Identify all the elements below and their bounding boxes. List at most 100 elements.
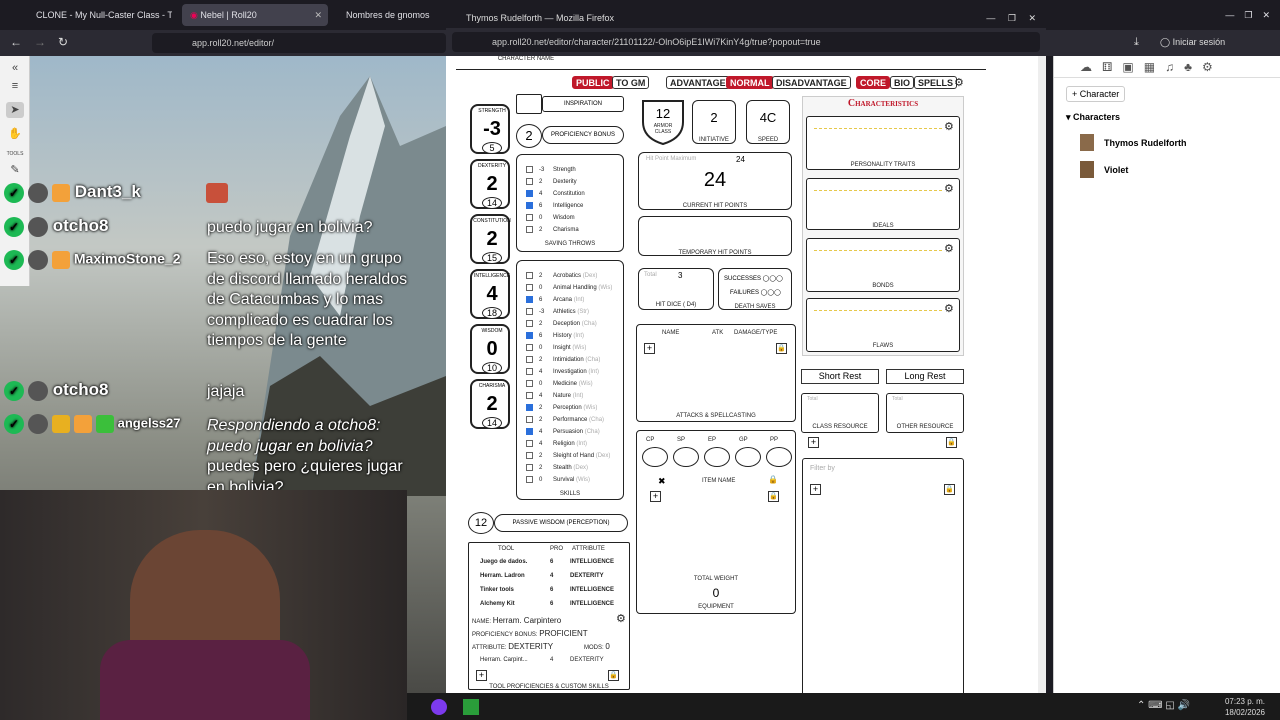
character-violet[interactable]: Violet: [1104, 165, 1128, 175]
gear-icon[interactable]: ⚙: [944, 120, 954, 133]
save-checkbox[interactable]: [526, 177, 533, 185]
lock-icon[interactable]: 🔒: [768, 475, 778, 484]
lock-icon[interactable]: 🔒: [608, 670, 619, 681]
public-button[interactable]: PUBLIC: [572, 76, 614, 89]
skill-checkbox[interactable]: [526, 283, 533, 291]
ability-score[interactable]: 18: [482, 307, 502, 319]
download-icon[interactable]: ⤓: [1134, 36, 1139, 49]
forward-icon[interactable]: →: [34, 35, 46, 49]
ability-constitution[interactable]: CONSTITUTION 2 15: [470, 214, 511, 264]
disadvantage-button[interactable]: DISADVANTAGE: [772, 76, 851, 89]
save-row[interactable]: 2 Charisma: [526, 224, 579, 236]
lock-icon[interactable]: 🔒: [776, 343, 787, 354]
collapse-icon[interactable]: «: [6, 60, 24, 76]
long-rest-button[interactable]: Long Rest: [886, 369, 964, 384]
system-tray-icons[interactable]: ⌃ ⌨ ◱ 🔊: [1137, 700, 1190, 711]
short-rest-button[interactable]: Short Rest: [801, 369, 879, 384]
lock-icon[interactable]: 🔒: [768, 491, 779, 502]
skill-checkbox[interactable]: [526, 451, 533, 459]
signin-button[interactable]: ◯ Iniciar sesión: [1160, 37, 1225, 48]
tab-clone[interactable]: CLONE - My Null-Caster Class - The: [28, 4, 172, 26]
skill-checkbox[interactable]: [526, 319, 533, 327]
skill-checkbox[interactable]: [526, 271, 533, 279]
skill-row[interactable]: 2 Perception (Wis): [526, 402, 597, 414]
hit-dice-total[interactable]: 3: [678, 271, 682, 280]
filter-input[interactable]: Filter by: [810, 465, 835, 472]
tab-gnomos[interactable]: Nombres de gnomos: [338, 4, 446, 26]
add-icon[interactable]: +: [808, 437, 819, 448]
ability-strength[interactable]: STRENGTH -3 5: [470, 104, 510, 154]
tab-roll20[interactable]: ◉ Nebel | Roll20 ✕: [182, 4, 328, 26]
menu-icon[interactable]: ≡: [6, 78, 24, 94]
skill-checkbox[interactable]: [526, 331, 533, 339]
coin-input[interactable]: [673, 447, 699, 467]
gear-icon[interactable]: ⚙: [944, 182, 954, 195]
current-hp-value[interactable]: 24: [638, 169, 792, 192]
add-icon[interactable]: +: [644, 343, 655, 354]
hp-max-value[interactable]: 24: [736, 155, 745, 164]
ability-wisdom[interactable]: WISDOM 0 10: [470, 324, 510, 374]
skill-checkbox[interactable]: [526, 403, 533, 411]
skill-checkbox[interactable]: [526, 427, 533, 435]
skill-checkbox[interactable]: [526, 367, 533, 375]
save-checkbox[interactable]: [526, 201, 533, 209]
skill-checkbox[interactable]: [526, 463, 533, 471]
skill-row[interactable]: 2 Deception (Cha): [526, 318, 597, 330]
settings-gear-icon[interactable]: ⚙: [954, 76, 964, 89]
coin-input[interactable]: [642, 447, 668, 467]
death-failures[interactable]: FAILURES ◯◯◯: [730, 289, 781, 296]
gear-icon[interactable]: ⚙: [944, 302, 954, 315]
total-weight-value[interactable]: 0: [636, 586, 796, 600]
close-icon[interactable]: ✖: [658, 476, 666, 487]
spells-tab[interactable]: SPELLS: [914, 76, 958, 89]
skill-row[interactable]: 4 Investigation (Int): [526, 366, 599, 378]
ability-intelligence[interactable]: INTELLIGENCE 4 18: [470, 269, 510, 319]
coin-input[interactable]: [704, 447, 730, 467]
skill-row[interactable]: 4 Persuasion (Cha): [526, 426, 600, 438]
save-row[interactable]: 4 Constitution: [526, 188, 585, 200]
skill-checkbox[interactable]: [526, 295, 533, 303]
save-checkbox[interactable]: [526, 225, 533, 233]
character-thymos[interactable]: Thymos Rudelforth: [1104, 138, 1187, 148]
normal-button[interactable]: NORMAL: [726, 76, 774, 89]
skill-row[interactable]: 2 Stealth (Dex): [526, 462, 588, 474]
close-icon[interactable]: ✕: [314, 4, 322, 26]
popup-url[interactable]: app.roll20.net/editor/character/21101122…: [452, 32, 1040, 52]
death-successes[interactable]: SUCCESSES ◯◯◯: [724, 275, 783, 282]
skill-row[interactable]: 4 Religion (Int): [526, 438, 587, 450]
lock-icon[interactable]: 🔒: [946, 437, 957, 448]
reload-icon[interactable]: ↻: [58, 35, 68, 49]
gear-icon[interactable]: ⚙: [944, 242, 954, 255]
inspiration-box[interactable]: [516, 94, 542, 114]
sidebar-tabs[interactable]: ☁⚅▣▦♫♣⚙: [1054, 56, 1280, 78]
skill-row[interactable]: 2 Performance (Cha): [526, 414, 604, 426]
skill-row[interactable]: 2 Acrobatics (Dex): [526, 270, 597, 282]
coin-input[interactable]: [735, 447, 761, 467]
skill-checkbox[interactable]: [526, 415, 533, 423]
back-icon[interactable]: ←: [10, 35, 22, 49]
skill-row[interactable]: 0 Insight (Wis): [526, 342, 586, 354]
save-row[interactable]: 2 Dexterity: [526, 176, 577, 188]
save-checkbox[interactable]: [526, 213, 533, 221]
ability-score[interactable]: 15: [482, 252, 502, 264]
skill-row[interactable]: -3 Athletics (Str): [526, 306, 589, 318]
tool-edit-mods[interactable]: MODS: 0: [584, 642, 610, 651]
ability-charisma[interactable]: CHARISMA 2 14: [470, 379, 510, 429]
ability-score[interactable]: 14: [482, 197, 502, 209]
ability-score[interactable]: 10: [482, 362, 502, 374]
window-controls[interactable]: — ❐ ✕: [1140, 4, 1280, 26]
coin-input[interactable]: [766, 447, 792, 467]
pan-hand-icon[interactable]: ✋: [6, 126, 24, 142]
save-checkbox[interactable]: [526, 189, 533, 197]
tool-edit-attr[interactable]: ATTRIBUTE: DEXTERITY: [472, 642, 553, 651]
skill-row[interactable]: 0 Medicine (Wis): [526, 378, 593, 390]
tool-edit-prof[interactable]: PROFICIENCY BONUS: PROFICIENT: [472, 629, 588, 638]
draw-icon[interactable]: ✎: [6, 162, 24, 178]
bio-tab[interactable]: BIO: [890, 76, 915, 89]
app-icon[interactable]: [431, 699, 447, 715]
window-controls[interactable]: — ❐ ✕: [986, 8, 1036, 28]
ability-score[interactable]: 14: [482, 417, 502, 429]
skill-checkbox[interactable]: [526, 439, 533, 447]
save-row[interactable]: 6 Intelligence: [526, 200, 583, 212]
characters-folder[interactable]: ▾ Characters: [1066, 112, 1120, 123]
